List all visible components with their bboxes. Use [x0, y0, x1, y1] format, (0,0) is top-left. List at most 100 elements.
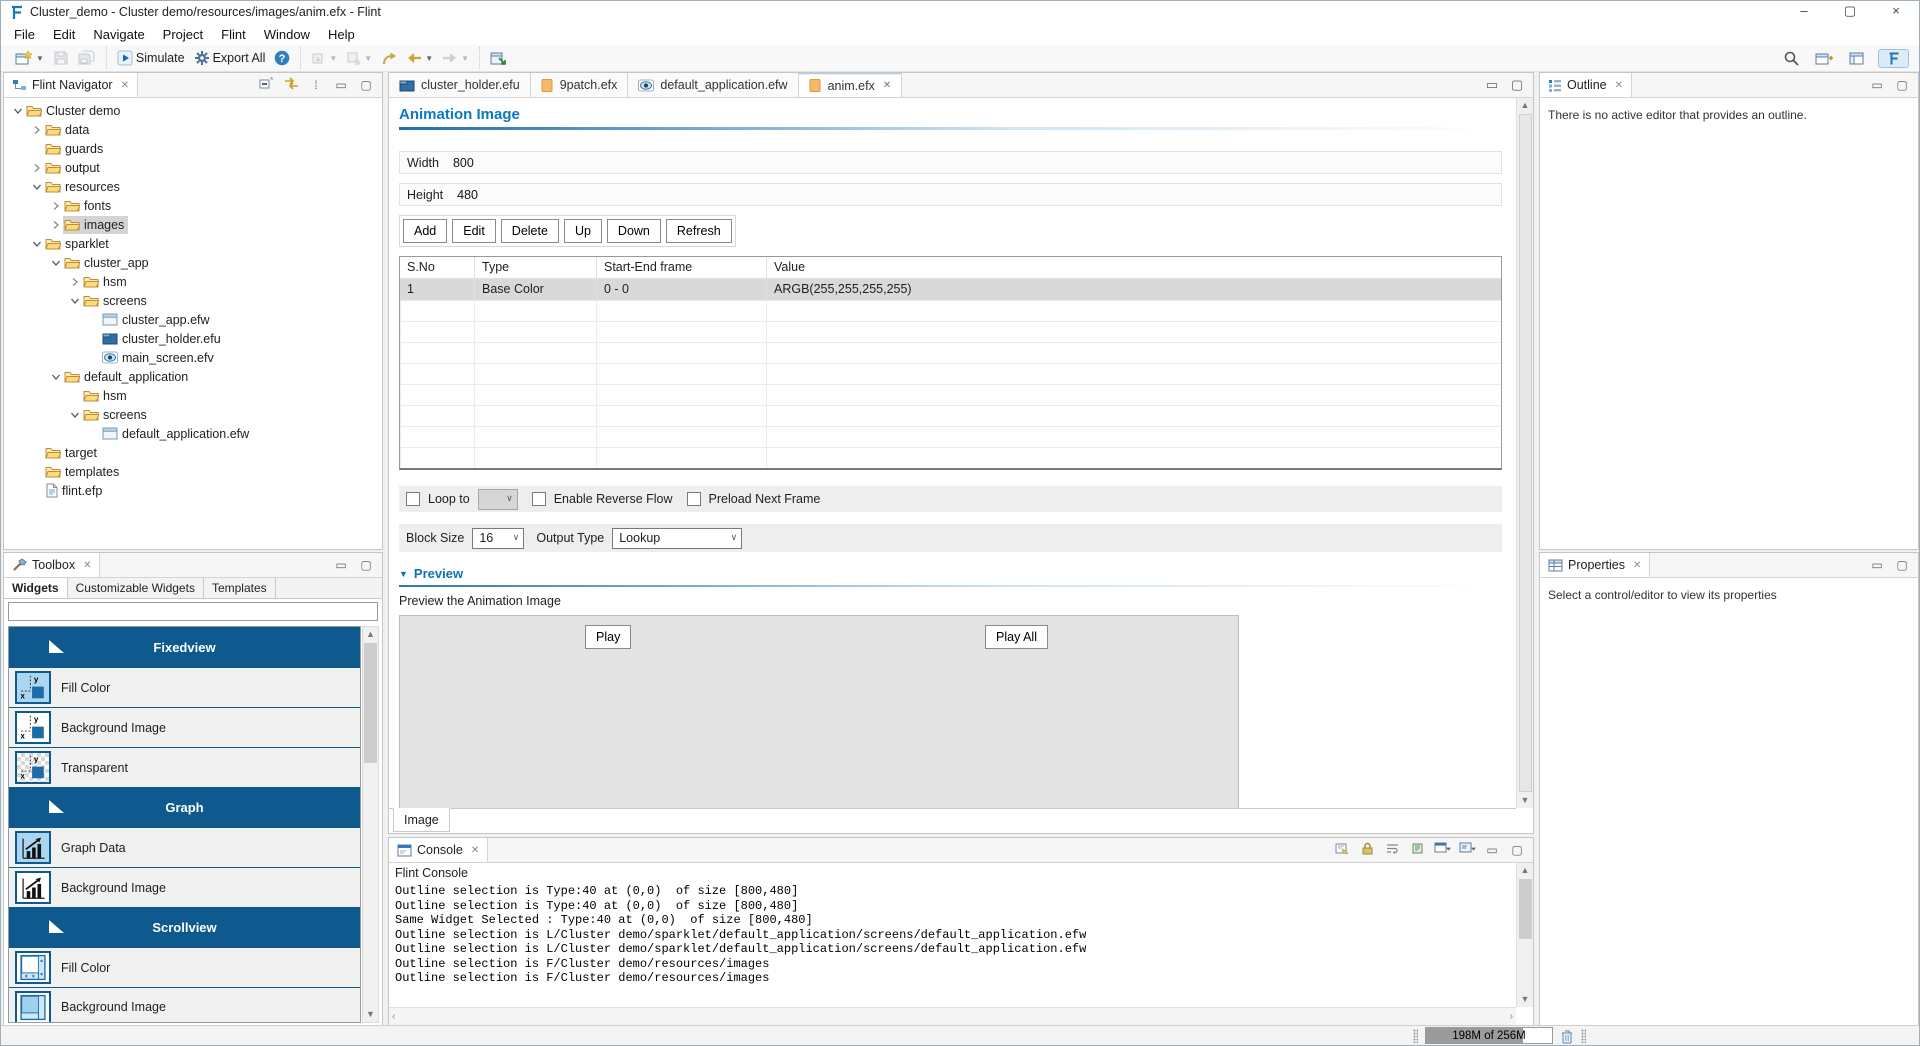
add-button[interactable]: Add	[403, 219, 447, 243]
edit-button[interactable]: Edit	[452, 219, 496, 243]
menu-edit[interactable]: Edit	[44, 25, 84, 44]
save-button[interactable]	[50, 48, 72, 68]
debug-history-button[interactable]: ▼	[343, 49, 375, 68]
flint-perspective-button[interactable]	[1878, 49, 1909, 68]
tree-item-screens[interactable]: screens	[82, 292, 151, 310]
loop-to-checkbox[interactable]	[406, 492, 420, 506]
toolbox-group-scrollview[interactable]: Scrollview	[9, 907, 360, 947]
link-with-editor-icon[interactable]	[283, 77, 299, 94]
table-empty-row[interactable]	[400, 363, 1501, 384]
open-resource-button[interactable]	[487, 48, 509, 68]
tree-item-cluster-demo[interactable]: Cluster demo	[25, 102, 124, 120]
play-button[interactable]: Play	[585, 625, 631, 649]
tree-item-cluster-app[interactable]: cluster_app	[63, 254, 153, 272]
tree-item-guards[interactable]: guards	[44, 140, 107, 158]
table-empty-row[interactable]	[400, 447, 1501, 468]
simulate-button[interactable]: Simulate	[114, 48, 188, 68]
toolbox-item-background-image[interactable]: Background Image	[9, 867, 360, 907]
scroll-down-icon[interactable]: ▼	[366, 1007, 375, 1022]
block-size-select[interactable]: 16∨	[472, 528, 524, 549]
toolbox-scrollbar[interactable]: ▲ ▼	[362, 626, 379, 1023]
toolbox-item-fill-color[interactable]: yxFill Color	[9, 667, 360, 707]
expanded-arrow-icon[interactable]	[67, 410, 82, 420]
editor-tab-default-application-efw[interactable]: default_application.efw	[628, 73, 798, 97]
tree-item-data[interactable]: data	[44, 121, 93, 139]
run-garbage-collector-icon[interactable]	[1560, 1028, 1574, 1044]
close-icon[interactable]: ✕	[121, 80, 129, 91]
close-icon[interactable]: ✕	[83, 560, 91, 571]
toolbox-item-fill-color[interactable]: Fill Color	[9, 947, 360, 987]
drag-handle-icon[interactable]	[1581, 1029, 1586, 1043]
scroll-up-icon[interactable]: ▲	[1521, 98, 1530, 113]
loop-to-select[interactable]: ∨	[478, 489, 518, 510]
toolbox-item-graph-data[interactable]: Graph Data	[9, 827, 360, 867]
menu-navigate[interactable]: Navigate	[84, 25, 153, 44]
width-field[interactable]: Width 800	[399, 151, 1502, 174]
editor-tab-cluster-holder-efu[interactable]: cluster_holder.efu	[389, 73, 531, 97]
menu-project[interactable]: Project	[154, 25, 212, 44]
forward-button[interactable]: ▼	[439, 49, 472, 67]
open-console-icon[interactable]	[1459, 842, 1475, 859]
collapsed-arrow-icon[interactable]	[29, 125, 44, 135]
table-empty-row[interactable]	[400, 300, 1501, 321]
new-wizard-button[interactable]: ▼	[12, 48, 47, 68]
tree-item-default-application[interactable]: default_application	[63, 368, 192, 386]
toolbox-item-background-image[interactable]: Background Image	[9, 987, 360, 1023]
expanded-arrow-icon[interactable]	[48, 258, 63, 268]
scroll-lock-icon[interactable]	[1359, 842, 1375, 859]
editor-scrollbar[interactable]: ▲ ▼	[1516, 98, 1533, 808]
open-perspective-button[interactable]	[1812, 48, 1836, 68]
tree-item-screens[interactable]: screens	[82, 406, 151, 424]
image-bottom-tab[interactable]: Image	[393, 808, 450, 832]
table-empty-row[interactable]	[400, 384, 1501, 405]
close-icon[interactable]: ✕	[1615, 80, 1623, 91]
search-button[interactable]	[1780, 48, 1802, 68]
enable-reverse-flow-checkbox[interactable]	[532, 492, 546, 506]
minimize-view-icon[interactable]: ▭	[1869, 557, 1885, 573]
minimize-window-button[interactable]: –	[1781, 1, 1827, 23]
display-selected-console-icon[interactable]	[1434, 842, 1450, 859]
preload-next-frame-checkbox[interactable]	[687, 492, 701, 506]
height-field[interactable]: Height 480	[399, 183, 1502, 206]
save-all-button[interactable]	[75, 48, 99, 68]
delete-button[interactable]: Delete	[501, 219, 559, 243]
menu-file[interactable]: File	[5, 25, 44, 44]
minimize-view-icon[interactable]: ▭	[333, 557, 349, 573]
table-empty-row[interactable]	[400, 321, 1501, 342]
console-vertical-scrollbar[interactable]: ▲ ▼	[1516, 863, 1533, 1007]
collapsed-arrow-icon[interactable]	[48, 201, 63, 211]
toolbox-tab-widgets[interactable]: Widgets	[4, 578, 68, 598]
toolbox-tab[interactable]: Toolbox ✕	[4, 553, 100, 577]
flint-navigator-tab[interactable]: Flint Navigator ✕	[4, 73, 138, 97]
toolbox-search-input[interactable]	[8, 602, 378, 621]
expanded-arrow-icon[interactable]	[10, 106, 25, 116]
scroll-right-icon[interactable]: ›	[1510, 1011, 1513, 1022]
help-button[interactable]: ?	[271, 48, 293, 68]
other-perspective-button[interactable]	[1846, 48, 1868, 68]
console-tab[interactable]: Console ✕	[389, 838, 488, 862]
toolbox-tab-templates[interactable]: Templates	[204, 578, 276, 598]
back-button[interactable]: ▼	[403, 49, 436, 67]
console-output[interactable]: Flint Console Outline selection is Type:…	[389, 863, 1516, 1007]
close-window-button[interactable]: ×	[1873, 1, 1919, 23]
minimize-view-icon[interactable]: ▭	[333, 77, 349, 93]
collapsed-arrow-icon[interactable]	[48, 220, 63, 230]
minimize-view-icon[interactable]: ▭	[1484, 842, 1500, 858]
toolbox-item-background-image[interactable]: yxBackground Image	[9, 707, 360, 747]
tree-item-cluster-holder-efu[interactable]: cluster_holder.efu	[101, 330, 225, 348]
tree-item-sparklet[interactable]: sparklet	[44, 235, 113, 253]
collapse-all-icon[interactable]	[258, 77, 274, 94]
properties-tab[interactable]: Properties ✕	[1540, 553, 1650, 577]
scroll-down-icon[interactable]: ▼	[1521, 793, 1530, 808]
clear-console-icon[interactable]	[1334, 842, 1350, 859]
minimize-view-icon[interactable]: ▭	[1869, 77, 1885, 93]
run-history-button[interactable]: ▼	[308, 49, 340, 68]
outline-tab[interactable]: Outline ✕	[1540, 73, 1632, 97]
menu-window[interactable]: Window	[255, 25, 319, 44]
editor-tab-9patch-efx[interactable]: 9patch.efx	[531, 73, 629, 97]
toolbox-item-transparent[interactable]: yxTransparent	[9, 747, 360, 787]
maximize-view-icon[interactable]: ▢	[358, 557, 374, 573]
tree-item-resources[interactable]: resources	[44, 178, 124, 196]
tree-item-images[interactable]: images	[63, 216, 128, 234]
maximize-view-icon[interactable]: ▢	[1894, 77, 1910, 93]
